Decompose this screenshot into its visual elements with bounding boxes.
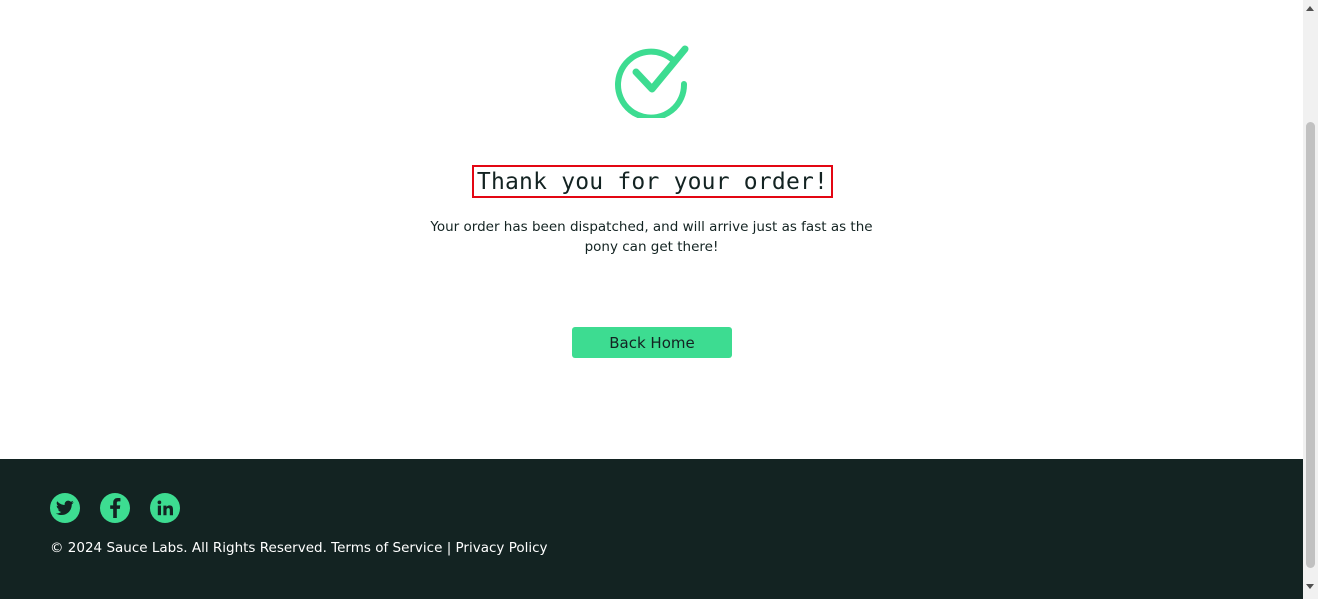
footer: © 2024 Sauce Labs. All Rights Reserved. …: [0, 459, 1303, 599]
facebook-icon: [110, 498, 121, 518]
complete-text: Your order has been dispatched, and will…: [430, 219, 873, 255]
footer-copyright: © 2024 Sauce Labs. All Rights Reserved. …: [50, 540, 548, 556]
social-linkedin-link[interactable]: [150, 493, 180, 523]
back-home-button[interactable]: Back Home: [572, 327, 732, 358]
complete-header: Thank you for your order!: [476, 168, 829, 195]
scroll-up-icon[interactable]: [1306, 6, 1314, 11]
checkmark-circle-icon: [615, 45, 689, 118]
scrollbar-thumb[interactable]: [1306, 122, 1315, 568]
vertical-scrollbar[interactable]: [1303, 0, 1318, 599]
scroll-down-icon[interactable]: [1306, 584, 1314, 589]
social-twitter-link[interactable]: [50, 493, 80, 523]
social-facebook-link[interactable]: [100, 493, 130, 523]
linkedin-icon: [157, 500, 173, 516]
complete-header-highlight: Thank you for your order!: [472, 165, 833, 198]
checkout-complete-container: Thank you for your order! Your order has…: [0, 0, 1303, 459]
twitter-icon: [56, 500, 74, 516]
page: Thank you for your order! Your order has…: [0, 0, 1318, 599]
